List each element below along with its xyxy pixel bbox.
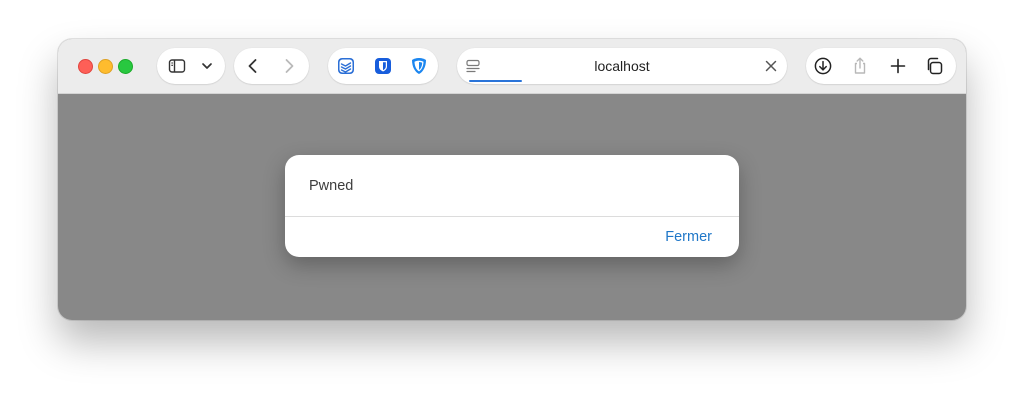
back-button[interactable] xyxy=(243,56,263,76)
chevron-left-icon xyxy=(248,59,257,73)
close-window-button[interactable] xyxy=(78,59,93,74)
bitwarden-extension-icon[interactable] xyxy=(373,56,393,76)
navigation-control xyxy=(234,48,309,84)
alert-dialog: Pwned Fermer xyxy=(285,155,739,257)
share-icon[interactable] xyxy=(850,56,870,76)
toolbar-actions xyxy=(806,48,956,84)
adguard-extension-icon[interactable] xyxy=(409,56,429,76)
forward-button[interactable] xyxy=(279,56,299,76)
page-load-progress-bar xyxy=(469,79,522,82)
close-icon[interactable] xyxy=(761,56,781,76)
chevron-right-icon xyxy=(285,59,294,73)
download-icon[interactable] xyxy=(813,56,833,76)
alert-message: Pwned xyxy=(309,178,354,194)
sidebar-icon[interactable] xyxy=(167,56,187,76)
sidebar-control xyxy=(157,48,225,84)
address-text[interactable]: localhost xyxy=(457,58,787,74)
todoist-extension-icon[interactable] xyxy=(336,56,356,76)
maximize-window-button[interactable] xyxy=(118,59,133,74)
browser-toolbar: localhost xyxy=(58,39,966,94)
browser-window: localhost Pwned Fermer xyxy=(58,39,966,320)
close-dialog-button[interactable]: Fermer xyxy=(665,229,712,245)
minimize-window-button[interactable] xyxy=(98,59,113,74)
plus-icon[interactable] xyxy=(888,56,908,76)
tab-overview-icon[interactable] xyxy=(924,56,944,76)
dialog-divider xyxy=(285,216,739,217)
address-bar[interactable]: localhost xyxy=(457,48,787,84)
chevron-down-icon[interactable] xyxy=(197,56,217,76)
extensions-bar xyxy=(328,48,438,84)
